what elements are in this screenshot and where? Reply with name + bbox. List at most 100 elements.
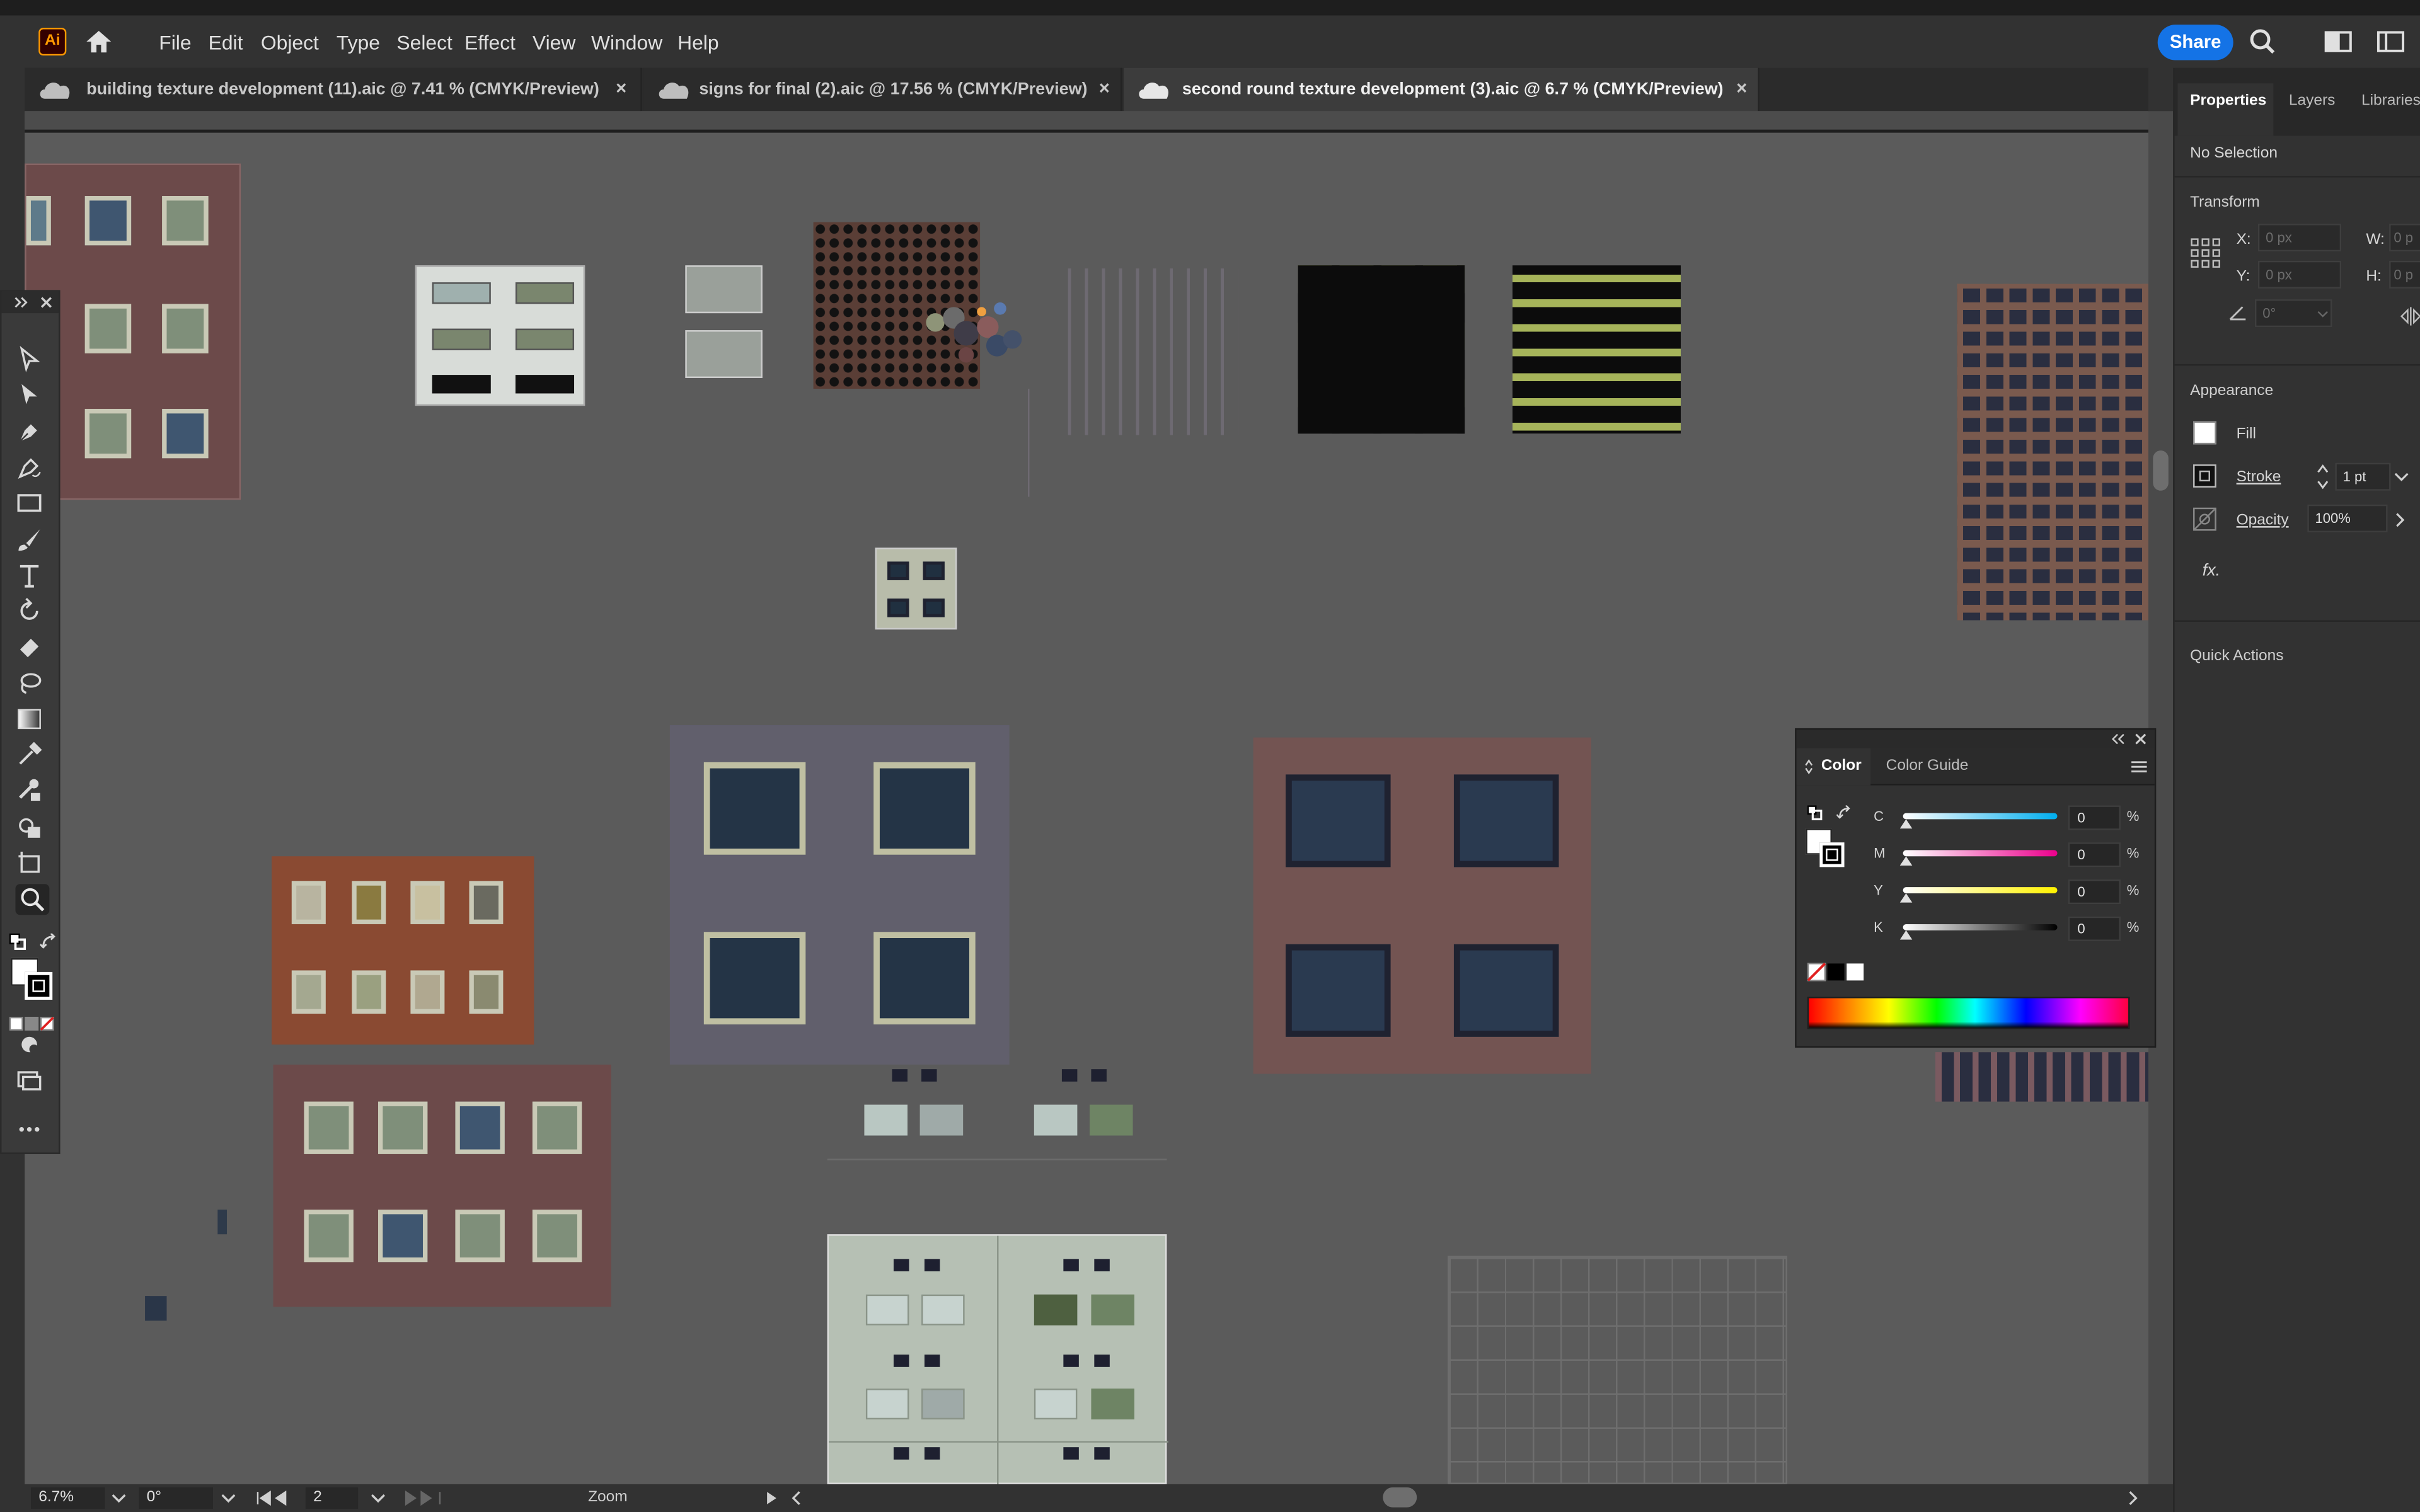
color-spectrum[interactable]	[1807, 997, 2130, 1029]
play-icon[interactable]	[766, 1491, 778, 1506]
search-icon[interactable]	[2249, 28, 2276, 55]
next-last-artboard-icon[interactable]	[401, 1490, 445, 1506]
stroke-color-swatch[interactable]	[2193, 464, 2216, 488]
panel-stroke-swatch[interactable]	[1819, 842, 1845, 868]
tab-libraries[interactable]: Libraries	[2361, 93, 2420, 110]
y-field[interactable]: 0 px	[2257, 260, 2342, 289]
close-icon[interactable]: ×	[616, 77, 626, 98]
options-toggle-icon[interactable]	[1804, 759, 1814, 775]
black-track[interactable]	[1903, 924, 2058, 931]
opacity-field[interactable]: 100%	[2307, 504, 2388, 532]
flip-icon[interactable]	[2400, 306, 2420, 326]
menu-help[interactable]: Help	[677, 31, 719, 54]
tab-building-texture[interactable]: building texture development (11).aic @ …	[25, 67, 642, 112]
cyan-value[interactable]: 0	[2068, 805, 2121, 830]
share-button[interactable]: Share	[2157, 25, 2233, 60]
black-thumb[interactable]	[1899, 930, 1913, 940]
texture-pane[interactable]	[864, 1104, 908, 1136]
pen-tool-icon[interactable]	[15, 418, 49, 449]
chevron-down-icon[interactable]	[111, 1492, 126, 1504]
stepper-icon[interactable]	[2317, 463, 2329, 491]
yellow-value[interactable]: 0	[2068, 879, 2121, 905]
texture-tall-tower[interactable]	[1957, 284, 2149, 621]
rotate-tool-icon[interactable]	[15, 597, 49, 628]
blend-tool-icon[interactable]	[15, 776, 49, 807]
rotation-field[interactable]: 0°	[139, 1487, 213, 1509]
rectangle-tool-icon[interactable]	[15, 489, 49, 520]
type-tool-icon[interactable]	[15, 561, 49, 592]
yellow-track[interactable]	[1903, 887, 2058, 893]
close-icon[interactable]	[2135, 733, 2147, 745]
default-colors-icon[interactable]	[1807, 801, 1823, 821]
gradient-tool-icon[interactable]	[15, 705, 49, 736]
texture-pane[interactable]	[1089, 1104, 1133, 1136]
stroke-swatch[interactable]	[25, 971, 53, 1000]
tab-second-round[interactable]: second round texture development (3).aic…	[1123, 67, 1760, 112]
color-panel-header[interactable]	[1796, 730, 2155, 748]
reference-point-icon[interactable]	[2190, 238, 2221, 268]
chevron-right-icon[interactable]	[2127, 1491, 2140, 1506]
texture-small-grid[interactable]	[1935, 1052, 2149, 1102]
stroke-weight-field[interactable]: 1 pt	[2335, 462, 2391, 491]
swap-colors-icon[interactable]	[39, 931, 57, 949]
draw-mode-icon[interactable]	[15, 1031, 49, 1062]
black-value[interactable]: 0	[2068, 916, 2121, 941]
eraser-tool-icon[interactable]	[15, 633, 49, 663]
default-colors-icon[interactable]	[9, 931, 26, 950]
texture-white-facade[interactable]	[415, 265, 585, 406]
texture-pane[interactable]	[919, 1104, 964, 1136]
opacity-label[interactable]: Opacity	[2237, 512, 2289, 529]
menu-window[interactable]: Window	[591, 31, 662, 54]
none-black-white-swatches[interactable]	[1807, 961, 1866, 982]
tab-signs-for-final[interactable]: signs for final (2).aic @ 17.56 % (CMYK/…	[643, 67, 1122, 112]
texture-color-dots[interactable]	[920, 299, 1028, 369]
magenta-value[interactable]: 0	[2068, 842, 2121, 868]
texture-red-facade[interactable]	[1253, 737, 1591, 1074]
tab-color[interactable]: Color	[1821, 757, 1862, 774]
shape-builder-tool-icon[interactable]	[15, 813, 49, 844]
menu-edit[interactable]: Edit	[209, 31, 243, 54]
tab-properties[interactable]: Properties	[2190, 93, 2266, 110]
magenta-thumb[interactable]	[1899, 856, 1913, 866]
texture-maroon-facade-lower[interactable]	[273, 1064, 611, 1307]
artboard-tool-icon[interactable]	[15, 849, 49, 879]
lasso-tool-icon[interactable]	[15, 668, 49, 699]
fill-color-swatch[interactable]	[2193, 421, 2216, 445]
workspace-icon[interactable]	[2324, 31, 2352, 52]
eyedropper-tool-icon[interactable]	[15, 741, 49, 772]
yellow-thumb[interactable]	[1899, 893, 1913, 903]
chevron-down-icon[interactable]	[221, 1492, 236, 1504]
menu-object[interactable]: Object	[261, 31, 319, 54]
menu-view[interactable]: View	[533, 31, 575, 54]
screen-mode-icon[interactable]	[15, 1066, 49, 1097]
chevron-left-icon[interactable]	[790, 1491, 803, 1506]
menu-file[interactable]: File	[159, 31, 191, 54]
menu-effect[interactable]: Effect	[464, 31, 516, 54]
selection-tool-icon[interactable]	[15, 346, 49, 377]
menu-select[interactable]: Select	[396, 31, 452, 54]
paintbrush-tool-icon[interactable]	[15, 526, 49, 557]
artboard-number-field[interactable]: 2	[305, 1487, 359, 1509]
curvature-tool-icon[interactable]	[15, 454, 49, 484]
texture-sign-upper[interactable]	[685, 265, 763, 314]
texture-purple-facade[interactable]	[669, 725, 1010, 1065]
texture-grid-tile[interactable]	[1448, 1256, 1787, 1484]
chevron-down-icon[interactable]	[2394, 471, 2409, 483]
first-prev-artboard-icon[interactable]	[256, 1490, 300, 1506]
close-icon[interactable]: ×	[1099, 77, 1110, 98]
chevron-right-icon[interactable]	[2394, 512, 2406, 527]
texture-stripes[interactable]	[1068, 268, 1238, 435]
menu-type[interactable]: Type	[337, 31, 380, 54]
tab-layers[interactable]: Layers	[2289, 93, 2336, 110]
texture-sign-lower[interactable]	[685, 330, 763, 379]
tab-color-guide[interactable]: Color Guide	[1886, 757, 1969, 774]
fx-icon[interactable]: fx.	[2203, 561, 2220, 580]
toolbar-header[interactable]	[1, 291, 59, 314]
panel-menu-icon[interactable]	[2130, 759, 2148, 774]
x-field[interactable]: 0 px	[2257, 224, 2342, 252]
swap-colors-icon[interactable]	[1836, 801, 1852, 819]
w-field[interactable]: 0 p	[2389, 224, 2420, 252]
texture-pane[interactable]	[1034, 1104, 1078, 1136]
stroke-label[interactable]: Stroke	[2237, 469, 2281, 486]
home-icon[interactable]	[83, 28, 114, 55]
